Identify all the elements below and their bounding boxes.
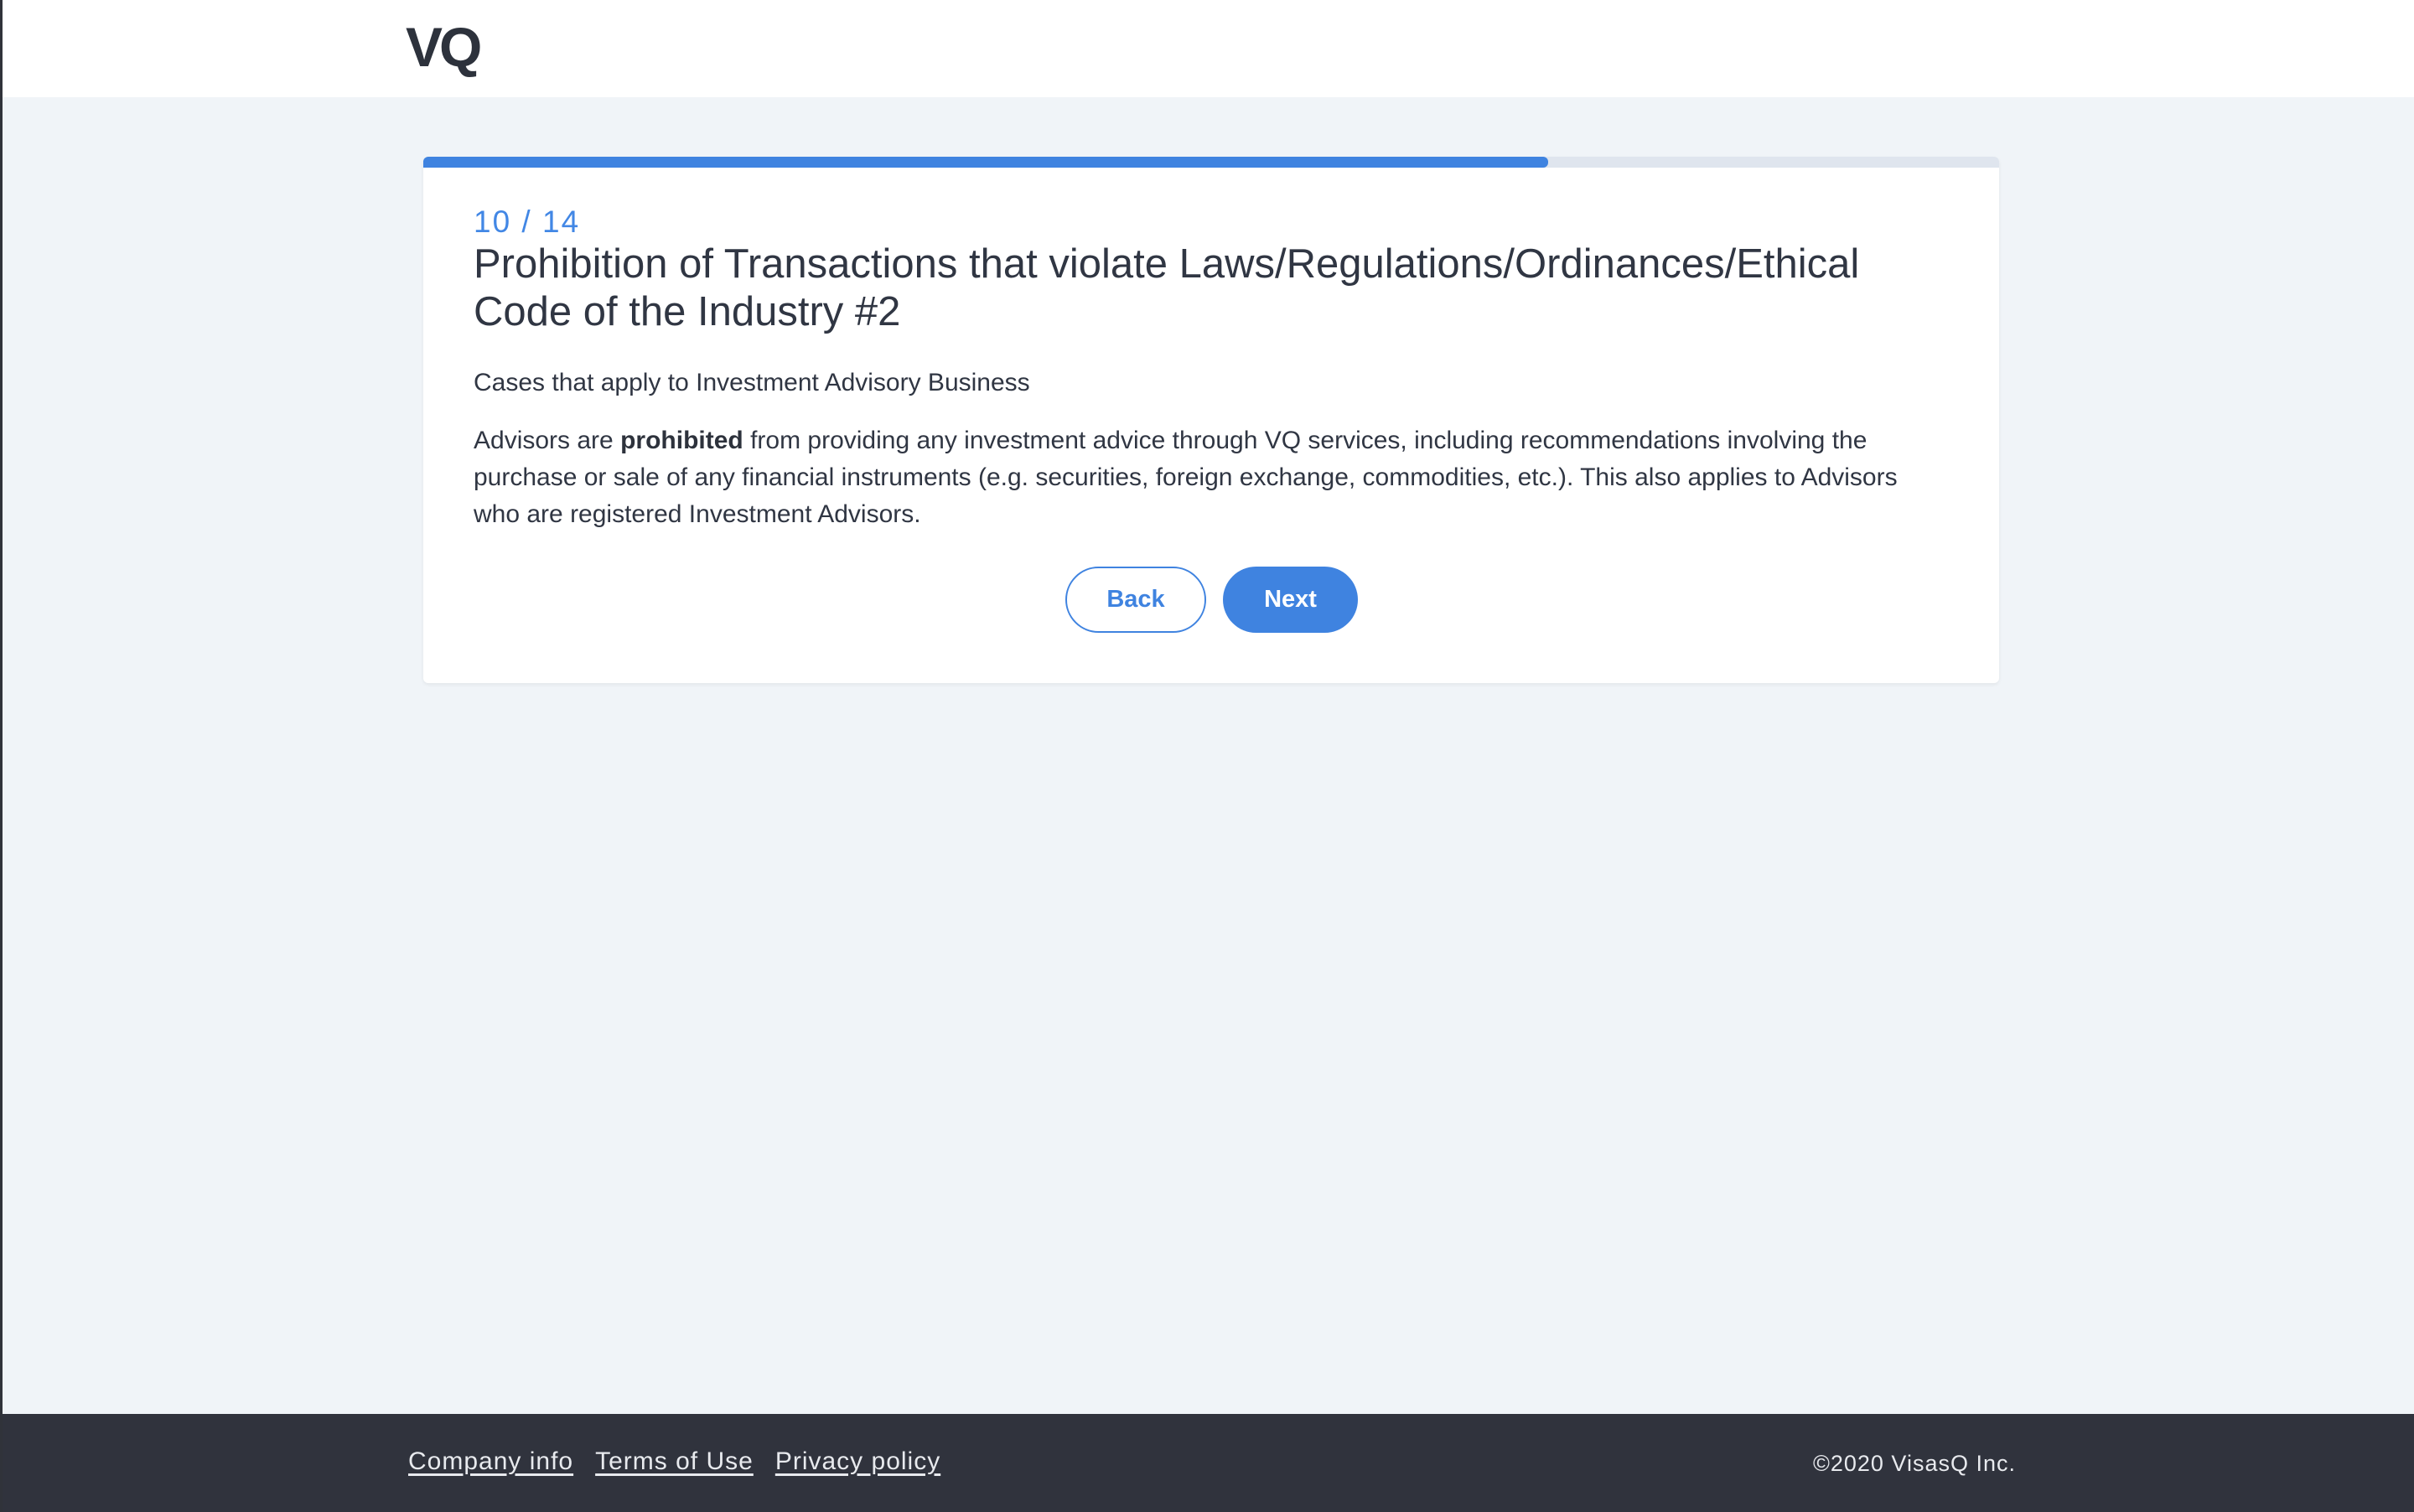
body-paragraph: Advisors are prohibited from providing a… bbox=[474, 422, 1949, 533]
next-button[interactable]: Next bbox=[1223, 567, 1358, 633]
site-header: VQ bbox=[3, 0, 2414, 97]
site-footer: Company info Terms of Use Privacy policy… bbox=[3, 1414, 2414, 1512]
page-title: Prohibition of Transactions that violate… bbox=[474, 241, 1860, 334]
body-text-emphasis: prohibited bbox=[620, 427, 743, 454]
footer-link-company-info[interactable]: Company info bbox=[408, 1447, 573, 1476]
step-counter: 10 / 14 bbox=[474, 205, 581, 239]
body-text-prefix: Advisors are bbox=[474, 427, 621, 454]
footer-links: Company info Terms of Use Privacy policy bbox=[408, 1447, 940, 1476]
footer-link-privacy-policy[interactable]: Privacy policy bbox=[775, 1447, 940, 1476]
footer-link-terms-of-use[interactable]: Terms of Use bbox=[595, 1447, 754, 1476]
back-button[interactable]: Back bbox=[1065, 567, 1206, 633]
progress-bar-fill bbox=[423, 157, 1549, 168]
progress-bar bbox=[423, 157, 1999, 168]
questionnaire-card: 10 / 14 Prohibition of Transactions that… bbox=[423, 157, 1999, 683]
copyright-text: ©2020 VisasQ Inc. bbox=[1812, 1451, 2016, 1476]
section-subtitle: Cases that apply to Investment Advisory … bbox=[474, 369, 1030, 396]
vq-logo[interactable]: VQ bbox=[406, 17, 482, 77]
